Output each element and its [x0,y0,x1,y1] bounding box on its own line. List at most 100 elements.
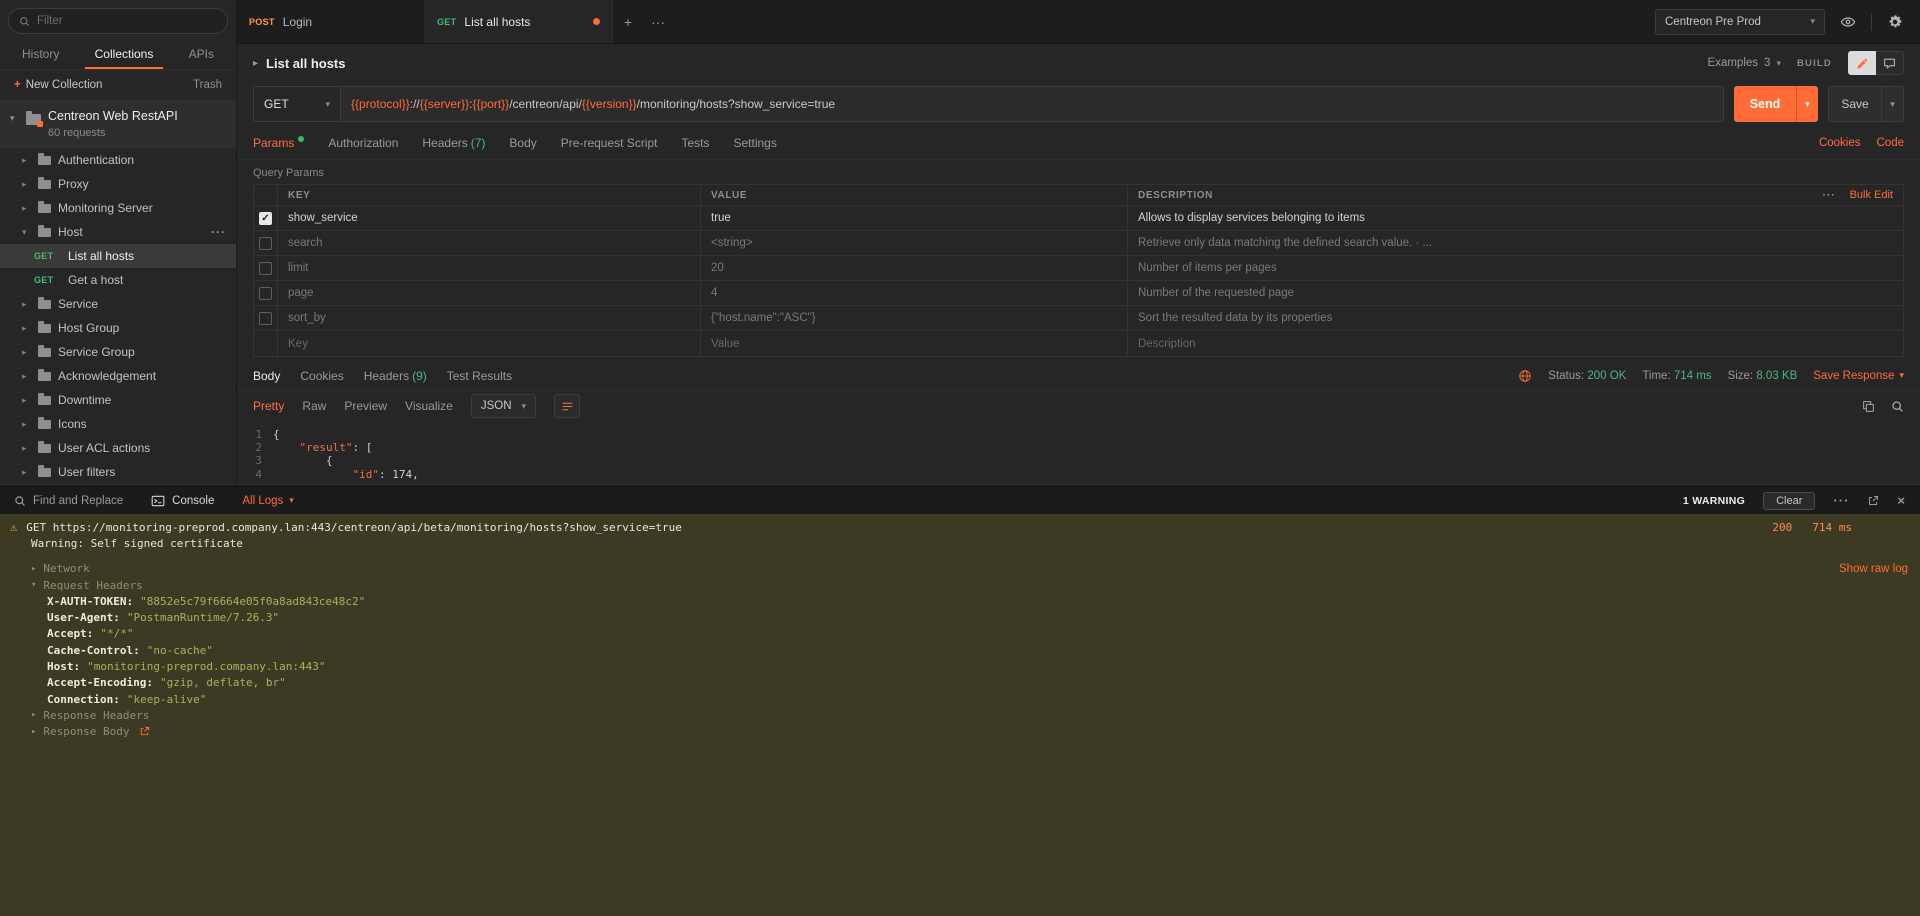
tab-apis[interactable]: APIs [179,40,224,69]
sidebar-request-get-a-host[interactable]: GETGet a host [0,268,236,292]
tab-body[interactable]: Body [509,136,536,150]
sidebar-folder-acknowledgement[interactable]: ▸Acknowledgement [0,364,236,388]
cookies-link[interactable]: Cookies [1819,137,1861,149]
param-value[interactable]: 20 [701,256,1128,280]
param-value-placeholder[interactable]: Value [701,331,1128,356]
param-description[interactable]: Allows to display services belonging to … [1128,206,1903,230]
external-link-icon[interactable] [139,726,150,737]
wrap-lines-button[interactable] [554,394,580,418]
param-description[interactable]: Sort the resulted data by its properties [1128,306,1903,330]
param-key[interactable]: sort_by [278,306,701,330]
tab-history[interactable]: History [12,40,69,69]
collection-centreon-web-restapi[interactable]: ▾ Centreon Web RestAPI 60 requests [0,100,236,148]
param-value[interactable]: {"host.name":"ASC"} [701,306,1128,330]
tab-headers[interactable]: Headers(7) [422,136,485,150]
new-collection-button[interactable]: +New Collection [14,79,102,91]
param-checkbox-checked[interactable]: ✓ [259,212,272,225]
sidebar-folder-service[interactable]: ▸Service [0,292,236,316]
chevron-right-icon[interactable]: ▸ [253,58,258,69]
filter-input[interactable] [37,15,217,27]
sidebar-folder-proxy[interactable]: ▸Proxy [0,172,236,196]
tab-pre-request-script[interactable]: Pre-request Script [561,136,658,150]
settings-button[interactable] [1882,9,1908,35]
param-value[interactable]: <string> [701,231,1128,255]
search-icon[interactable] [1891,400,1904,413]
param-key[interactable]: show_service [278,206,701,230]
save-response-button[interactable]: Save Response▾ [1813,370,1904,382]
tab-collections[interactable]: Collections [85,40,164,69]
trash-button[interactable]: Trash [193,79,222,91]
param-checkbox[interactable] [259,262,272,275]
param-description[interactable]: Retrieve only data matching the defined … [1128,231,1903,255]
param-checkbox[interactable] [259,237,272,250]
url-input[interactable]: {{protocol}}://{{server}}:{{port}}/centr… [341,86,1724,122]
save-options-caret[interactable]: ▾ [1882,86,1904,122]
console-request-headers-toggle[interactable]: ▾Request Headers [0,577,1920,593]
sidebar-folder-host-group[interactable]: ▸Host Group [0,316,236,340]
sidebar-request-list-all-hosts[interactable]: GETList all hosts [0,244,236,268]
response-tab-body[interactable]: Body [253,369,280,383]
new-tab-button[interactable]: + [613,0,643,43]
response-tab-cookies[interactable]: Cookies [300,369,343,383]
request-tab-login[interactable]: POST Login [237,0,425,43]
tab-more-options-icon[interactable]: ··· [643,0,673,43]
bulk-edit-link[interactable]: Bulk Edit [1850,189,1893,201]
param-value[interactable]: true [701,206,1128,230]
clear-console-button[interactable]: Clear [1763,492,1815,510]
close-console-icon[interactable]: × [1897,493,1906,508]
copy-icon[interactable] [1862,400,1875,413]
param-key[interactable]: page [278,281,701,305]
param-description[interactable]: Number of items per pages [1128,256,1903,280]
send-options-caret[interactable]: ▾ [1796,86,1818,122]
param-checkbox[interactable] [259,287,272,300]
response-body-editor[interactable]: 1{ 2 "result": [ 3 { 4 "id": 174, [237,421,1920,486]
format-selector[interactable]: JSON▾ [471,394,536,418]
show-raw-log-link[interactable]: Show raw log [1839,563,1908,575]
response-tab-test-results[interactable]: Test Results [447,369,512,383]
more-options-icon[interactable]: ··· [1823,190,1836,201]
code-link[interactable]: Code [1877,137,1905,149]
console-more-options-icon[interactable]: ··· [1833,493,1849,508]
sidebar-folder-icons[interactable]: ▸Icons [0,412,236,436]
param-value[interactable]: 4 [701,281,1128,305]
view-tab-visualize[interactable]: Visualize [405,399,453,413]
sidebar-folder-host[interactable]: ▾Host··· [0,220,236,244]
sidebar-folder-downtime[interactable]: ▸Downtime [0,388,236,412]
param-description[interactable]: Number of the requested page [1128,281,1903,305]
param-checkbox[interactable] [259,312,272,325]
param-key[interactable]: search [278,231,701,255]
response-tab-headers[interactable]: Headers(9) [364,369,427,383]
environment-quick-look-button[interactable] [1835,9,1861,35]
view-tab-pretty[interactable]: Pretty [253,399,284,413]
sidebar-folder-service-group[interactable]: ▸Service Group [0,340,236,364]
network-globe-icon[interactable] [1518,369,1532,383]
examples-dropdown[interactable]: Examples 3 ▾ [1708,57,1781,69]
edit-mode-button[interactable] [1848,51,1876,75]
tab-params[interactable]: Params [253,136,304,150]
tab-authorization[interactable]: Authorization [328,136,398,150]
comment-mode-button[interactable] [1876,51,1904,75]
method-selector[interactable]: GET ▾ [253,86,341,122]
environment-selector[interactable]: Centreon Pre Prod ▾ [1655,9,1825,35]
save-button[interactable]: Save [1828,86,1882,122]
param-description-placeholder[interactable]: Description [1128,331,1903,356]
open-console-external-icon[interactable] [1867,495,1879,507]
param-key[interactable]: limit [278,256,701,280]
sidebar-folder-monitoring-server[interactable]: ▸Monitoring Server [0,196,236,220]
view-tab-raw[interactable]: Raw [302,399,326,413]
sidebar-folder-authentication[interactable]: ▸Authentication [0,148,236,172]
console-button[interactable]: Console [151,494,214,508]
tab-tests[interactable]: Tests [681,136,709,150]
more-options-icon[interactable]: ··· [211,225,226,239]
send-button[interactable]: Send [1734,86,1796,122]
tab-settings[interactable]: Settings [734,136,777,150]
view-tab-preview[interactable]: Preview [344,399,387,413]
sidebar-folder-user-acl-actions[interactable]: ▸User ACL actions [0,436,236,460]
console-response-headers-toggle[interactable]: ▸Response Headers [0,707,1920,723]
find-and-replace-button[interactable]: Find and Replace [14,495,123,507]
param-key-placeholder[interactable]: Key [278,331,701,356]
log-filter-dropdown[interactable]: All Logs ▾ [242,495,293,507]
console-network-toggle[interactable]: ▸Network [0,561,1920,577]
console-response-body-toggle[interactable]: ▸Response Body [0,724,1920,740]
request-tab-list-all-hosts[interactable]: GET List all hosts [425,0,613,43]
